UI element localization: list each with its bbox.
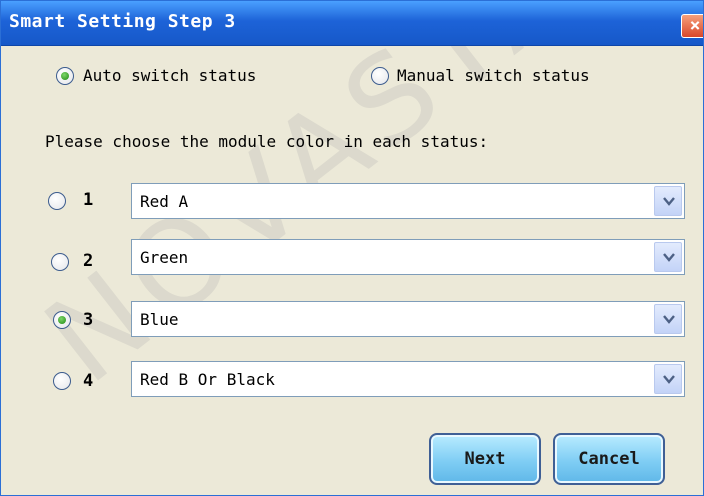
- status-1-color-value: Red A: [140, 192, 189, 211]
- status-3-radio[interactable]: [53, 311, 71, 329]
- status-4-color-select[interactable]: Red B Or Black: [131, 361, 685, 397]
- status-3-number: 3: [83, 310, 94, 330]
- status-2-color-value: Green: [140, 248, 189, 267]
- chevron-down-icon[interactable]: [654, 242, 682, 272]
- manual-switch-radio[interactable]: [371, 67, 389, 85]
- title-bar: Smart Setting Step 3 ×: [1, 1, 703, 46]
- chevron-down-icon[interactable]: [654, 186, 682, 216]
- chevron-down-icon[interactable]: [654, 364, 682, 394]
- status-1-radio[interactable]: [48, 192, 66, 210]
- manual-switch-label: Manual switch status: [397, 66, 590, 85]
- window-title: Smart Setting Step 3: [9, 11, 236, 32]
- close-icon[interactable]: ×: [681, 14, 703, 38]
- instruction-text: Please choose the module color in each s…: [45, 132, 489, 151]
- status-1-number: 1: [83, 190, 94, 210]
- next-button[interactable]: Next: [429, 433, 541, 485]
- status-2-number: 2: [83, 251, 94, 271]
- cancel-button[interactable]: Cancel: [553, 433, 665, 485]
- auto-switch-radio[interactable]: [56, 67, 74, 85]
- status-1-color-select[interactable]: Red A: [131, 183, 685, 219]
- status-4-number: 4: [83, 371, 94, 391]
- status-3-color-select[interactable]: Blue: [131, 301, 685, 337]
- status-4-color-value: Red B Or Black: [140, 370, 275, 389]
- status-3-color-value: Blue: [140, 310, 179, 329]
- auto-switch-label: Auto switch status: [83, 66, 257, 85]
- chevron-down-icon[interactable]: [654, 304, 682, 334]
- status-4-radio[interactable]: [53, 372, 71, 390]
- status-2-radio[interactable]: [51, 253, 69, 271]
- dialog-window: NOVASTAR Smart Setting Step 3 × Auto swi…: [0, 0, 704, 496]
- status-2-color-select[interactable]: Green: [131, 239, 685, 275]
